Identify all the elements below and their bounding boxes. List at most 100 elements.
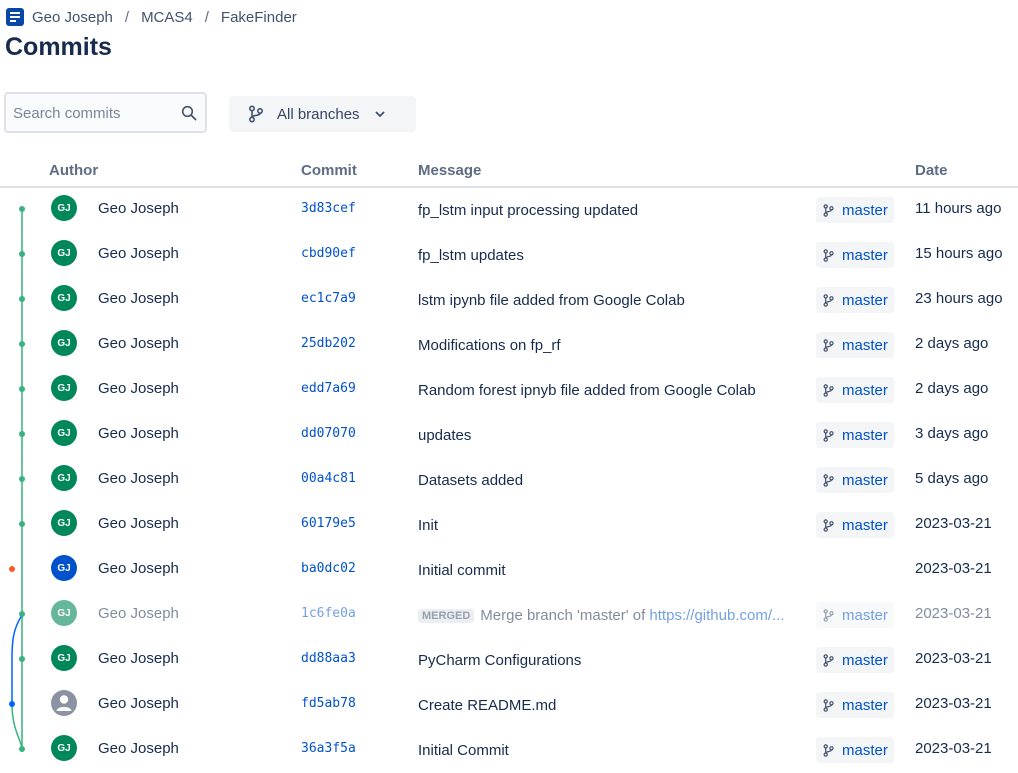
commit-date: 2023-03-21 <box>915 605 992 622</box>
commit-hash-link[interactable]: 36a3f5a <box>301 741 356 756</box>
commit-message-link[interactable]: https://github.com/... <box>649 607 784 624</box>
commit-hash-link[interactable]: 25db202 <box>301 336 356 351</box>
branch-badge[interactable]: master <box>816 737 894 763</box>
avatar[interactable]: GJ <box>51 735 77 761</box>
avatar[interactable]: GJ <box>51 420 77 446</box>
avatar[interactable]: GJ <box>51 465 77 491</box>
avatar[interactable]: GJ <box>51 285 77 311</box>
commit-row[interactable]: GJ Geo Joseph ec1c7a9 lstm ipynb file added… <box>0 278 1018 323</box>
commit-message-text: Random forest ipnyb file added from Goog… <box>418 382 756 399</box>
commit-row[interactable]: GJ Geo Joseph 00a4c81 Datasets added master 5… <box>0 458 1018 503</box>
column-header-message: Message <box>418 162 482 179</box>
branch-badge-label: master <box>842 471 888 489</box>
commit-row[interactable]: GJ Geo Joseph 25db202 Modifications on fp_r… <box>0 323 1018 368</box>
avatar[interactable]: GJ <box>51 645 77 671</box>
avatar[interactable]: GJ <box>51 240 77 266</box>
branch-badge-label: master <box>842 336 888 354</box>
branch-filter-label: All branches <box>277 105 360 123</box>
commit-message-text: Modifications on fp_rf <box>418 337 561 354</box>
branch-badge-label: master <box>842 381 888 399</box>
commit-row[interactable]: GJ Geo Joseph 60179e5 Init master 2023-03-21 <box>0 503 1018 548</box>
commit-hash-link[interactable]: dd07070 <box>301 426 356 441</box>
search-box[interactable] <box>4 92 207 133</box>
commit-hash-link[interactable]: 00a4c81 <box>301 471 356 486</box>
branch-badge[interactable]: master <box>816 332 894 358</box>
commit-message: Modifications on fp_rf <box>418 337 813 354</box>
branch-icon <box>823 338 834 352</box>
commit-message: Random forest ipnyb file added from Goog… <box>418 382 813 399</box>
commit-message-text: fp_lstm updates <box>418 247 524 264</box>
commit-hash-link[interactable]: cbd90ef <box>301 246 356 261</box>
branch-badge[interactable]: master <box>816 467 894 493</box>
avatar[interactable] <box>51 690 77 716</box>
breadcrumb-repository[interactable]: FakeFinder <box>221 9 297 26</box>
breadcrumb-separator: / <box>204 8 209 26</box>
commit-hash-link[interactable]: 1c6fe0a <box>301 606 356 621</box>
avatar-initials: GJ <box>57 652 71 664</box>
commit-hash-link[interactable]: ba0dc02 <box>301 561 356 576</box>
branch-badge-label: master <box>842 291 888 309</box>
commit-row[interactable]: GJ Geo Joseph edd7a69 Random forest ipnyb f… <box>0 368 1018 413</box>
commit-row[interactable]: GJ Geo Joseph 36a3f5a Initial Commit master 2… <box>0 728 1018 773</box>
commit-row[interactable]: GJ Geo Joseph dd88aa3 PyCharm Configuration… <box>0 638 1018 683</box>
branch-badge[interactable]: master <box>816 377 894 403</box>
column-header-commit: Commit <box>301 162 357 179</box>
commit-row[interactable]: GJ Geo Joseph 1c6fe0a MERGED Merge branch 'm… <box>0 593 1018 638</box>
commit-row[interactable]: Geo Joseph fd5ab78 Create README.md master 2… <box>0 683 1018 728</box>
branch-icon <box>823 653 834 667</box>
commit-row[interactable]: GJ Geo Joseph ba0dc02 Initial commit 2023-03… <box>0 548 1018 593</box>
avatar[interactable]: GJ <box>51 195 77 221</box>
commit-date: 2023-03-21 <box>915 695 992 712</box>
author-name: Geo Joseph <box>98 605 179 622</box>
avatar[interactable]: GJ <box>51 600 77 626</box>
commit-row[interactable]: GJ Geo Joseph 3d83cef fp_lstm input process… <box>0 188 1018 233</box>
commit-message-text: fp_lstm input processing updated <box>418 202 639 219</box>
branch-icon <box>823 608 834 622</box>
commit-hash-link[interactable]: dd88aa3 <box>301 651 356 666</box>
search-input[interactable] <box>13 103 173 123</box>
avatar[interactable]: GJ <box>51 375 77 401</box>
author-name: Geo Joseph <box>98 425 179 442</box>
avatar[interactable]: GJ <box>51 330 77 356</box>
commit-hash-link[interactable]: 3d83cef <box>301 201 356 216</box>
branch-badge[interactable]: master <box>816 692 894 718</box>
commit-message: Create README.md <box>418 697 813 714</box>
branch-filter-dropdown[interactable]: All branches <box>229 96 416 132</box>
author-name: Geo Joseph <box>98 740 179 757</box>
commit-row[interactable]: GJ Geo Joseph cbd90ef fp_lstm updates master… <box>0 233 1018 278</box>
commit-hash-link[interactable]: ec1c7a9 <box>301 291 356 306</box>
commit-hash-link[interactable]: edd7a69 <box>301 381 356 396</box>
commit-row[interactable]: GJ Geo Joseph dd07070 updates master 3 days a… <box>0 413 1018 458</box>
branch-badge[interactable]: master <box>816 512 894 538</box>
search-icon[interactable] <box>181 105 197 121</box>
commit-hash-link[interactable]: fd5ab78 <box>301 696 356 711</box>
branch-badge[interactable]: master <box>816 287 894 313</box>
avatar[interactable]: GJ <box>51 555 77 581</box>
branch-badge-label: master <box>842 651 888 669</box>
branch-icon <box>248 105 264 123</box>
branch-badge[interactable]: master <box>816 602 894 628</box>
branch-badge[interactable]: master <box>816 422 894 448</box>
commit-message-text: updates <box>418 427 472 444</box>
commit-message-text: PyCharm Configurations <box>418 652 582 669</box>
branch-badge[interactable]: master <box>816 197 894 223</box>
branch-icon <box>823 428 834 442</box>
avatar[interactable]: GJ <box>51 510 77 536</box>
commit-message: fp_lstm input processing updated <box>418 202 813 219</box>
branch-badge[interactable]: master <box>816 647 894 673</box>
branch-badge[interactable]: master <box>816 242 894 268</box>
breadcrumb-owner[interactable]: Geo Joseph <box>32 9 113 26</box>
commit-hash-link[interactable]: 60179e5 <box>301 516 356 531</box>
branch-badge-label: master <box>842 516 888 534</box>
author-name: Geo Joseph <box>98 245 179 262</box>
commit-date: 2 days ago <box>915 380 989 397</box>
branch-icon <box>823 248 834 262</box>
breadcrumb-project[interactable]: MCAS4 <box>141 9 193 26</box>
page-title: Commits <box>5 33 112 61</box>
commit-date: 2023-03-21 <box>915 740 992 757</box>
breadcrumb: Geo Joseph / MCAS4 / FakeFinder <box>6 6 297 28</box>
author-name: Geo Joseph <box>98 200 179 217</box>
commit-date: 15 hours ago <box>915 245 1003 262</box>
branch-icon <box>823 293 834 307</box>
avatar-initials: GJ <box>57 472 71 484</box>
